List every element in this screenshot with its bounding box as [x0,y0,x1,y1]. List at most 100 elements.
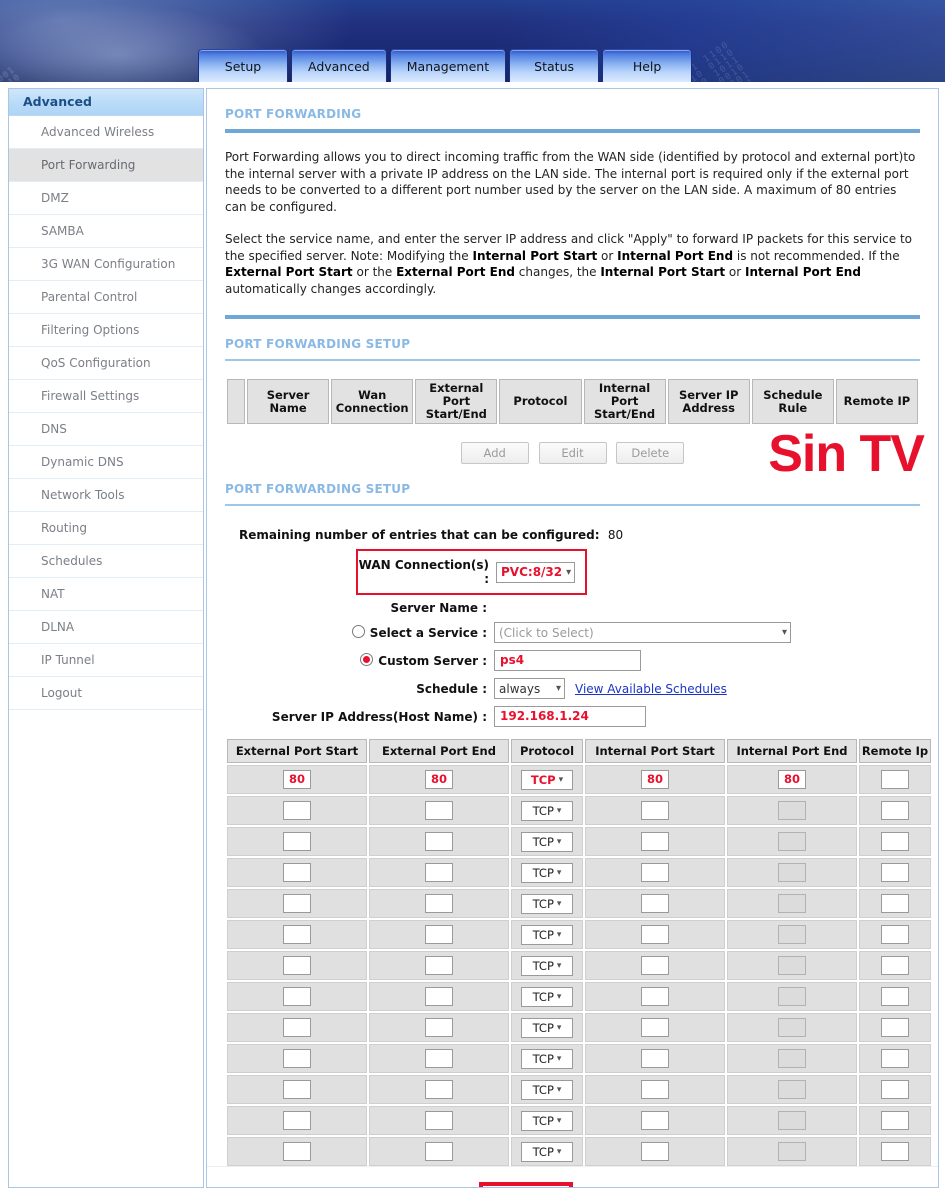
protocol-select-5[interactable]: TCP ▾ [521,924,573,945]
sidebar-item-dynamic-dns[interactable]: Dynamic DNS [9,446,203,479]
sidebar-item-nat[interactable]: NAT [9,578,203,611]
internal-port-start-input-5[interactable] [641,925,669,944]
sidebar-item-qos-configuration[interactable]: QoS Configuration [9,347,203,380]
internal-port-start-input-6[interactable] [641,956,669,975]
protocol-select-1[interactable]: TCP ▾ [521,800,573,821]
protocol-select-2[interactable]: TCP ▾ [521,831,573,852]
protocol-select-4[interactable]: TCP ▾ [521,893,573,914]
add-button[interactable]: Add [460,442,529,464]
external-port-end-input-9[interactable] [425,1049,453,1068]
external-port-end-input-7[interactable] [425,987,453,1006]
external-port-start-input-4[interactable] [283,894,311,913]
external-port-start-input-2[interactable] [283,832,311,851]
custom-server-input[interactable]: ps4 [494,650,641,671]
internal-port-start-input-12[interactable] [641,1142,669,1161]
edit-button[interactable]: Edit [538,442,607,464]
external-port-end-input-1[interactable] [425,801,453,820]
external-port-end-input-11[interactable] [425,1111,453,1130]
sidebar-item-filtering-options[interactable]: Filtering Options [9,314,203,347]
delete-button[interactable]: Delete [616,442,685,464]
remote-ip-input-12[interactable] [881,1142,909,1161]
sidebar-item-advanced-wireless[interactable]: Advanced Wireless [9,116,203,149]
sidebar-item-port-forwarding[interactable]: Port Forwarding [9,149,203,182]
tab-setup[interactable]: Setup [198,49,288,82]
external-port-end-input-5[interactable] [425,925,453,944]
view-available-schedules-link[interactable]: View Available Schedules [575,682,727,696]
select-service-dropdown[interactable]: (Click to Select) ▾ [494,622,791,643]
external-port-start-input-1[interactable] [283,801,311,820]
external-port-start-input-11[interactable] [283,1111,311,1130]
protocol-select-12[interactable]: TCP ▾ [521,1141,573,1162]
remote-ip-input-0[interactable] [881,770,909,789]
remote-ip-input-1[interactable] [881,801,909,820]
internal-port-start-input-0[interactable]: 80 [641,770,669,789]
tab-status[interactable]: Status [509,49,600,82]
external-port-end-input-12[interactable] [425,1142,453,1161]
external-port-start-input-5[interactable] [283,925,311,944]
tab-advanced[interactable]: Advanced [291,49,387,82]
remote-ip-input-9[interactable] [881,1049,909,1068]
tab-management[interactable]: Management [389,49,507,82]
internal-port-start-input-8[interactable] [641,1018,669,1037]
protocol-select-3[interactable]: TCP ▾ [521,862,573,883]
sidebar-item-dlna[interactable]: DLNA [9,611,203,644]
internal-port-end-input-0[interactable]: 80 [778,770,806,789]
protocol-select-10[interactable]: TCP ▾ [521,1079,573,1100]
external-port-end-input-3[interactable] [425,863,453,882]
custom-server-radio[interactable] [360,653,374,666]
external-port-end-input-6[interactable] [425,956,453,975]
remote-ip-input-4[interactable] [881,894,909,913]
server-ip-input[interactable]: 192.168.1.24 [494,706,646,727]
external-port-end-input-10[interactable] [425,1080,453,1099]
internal-port-start-input-7[interactable] [641,987,669,1006]
protocol-select-9[interactable]: TCP ▾ [521,1048,573,1069]
internal-port-start-input-4[interactable] [641,894,669,913]
external-port-end-input-2[interactable] [425,832,453,851]
sidebar-item-schedules[interactable]: Schedules [9,545,203,578]
protocol-select-0[interactable]: TCP ▾ [521,769,573,790]
external-port-start-input-6[interactable] [283,956,311,975]
select-service-radio[interactable] [351,625,365,638]
remote-ip-input-10[interactable] [881,1080,909,1099]
internal-port-start-input-11[interactable] [641,1111,669,1130]
external-port-start-input-10[interactable] [283,1080,311,1099]
sidebar-item-firewall-settings[interactable]: Firewall Settings [9,380,203,413]
external-port-start-input-0[interactable]: 80 [283,770,311,789]
remote-ip-input-2[interactable] [881,832,909,851]
protocol-select-7[interactable]: TCP ▾ [521,986,573,1007]
internal-port-start-input-1[interactable] [641,801,669,820]
sidebar-item-routing[interactable]: Routing [9,512,203,545]
external-port-start-input-12[interactable] [283,1142,311,1161]
external-port-start-input-7[interactable] [283,987,311,1006]
external-port-start-input-8[interactable] [283,1018,311,1037]
tab-help[interactable]: Help [602,49,693,82]
protocol-select-11[interactable]: TCP ▾ [521,1110,573,1131]
sidebar-item-logout[interactable]: Logout [9,677,203,710]
remote-ip-input-6[interactable] [881,956,909,975]
internal-port-start-input-3[interactable] [641,863,669,882]
protocol-select-8[interactable]: TCP ▾ [521,1017,573,1038]
external-port-end-input-0[interactable]: 80 [425,770,453,789]
sidebar-item-parental-control[interactable]: Parental Control [9,281,203,314]
internal-port-start-input-10[interactable] [641,1080,669,1099]
external-port-end-input-8[interactable] [425,1018,453,1037]
remote-ip-input-8[interactable] [881,1018,909,1037]
wan-connection-select[interactable]: PVC:8/32 ▾ [496,561,576,583]
sidebar-item-3g-wan-configuration[interactable]: 3G WAN Configuration [9,248,203,281]
internal-port-start-input-2[interactable] [641,832,669,851]
sidebar-item-samba[interactable]: SAMBA [9,215,203,248]
remote-ip-input-7[interactable] [881,987,909,1006]
external-port-start-input-9[interactable] [283,1049,311,1068]
protocol-select-6[interactable]: TCP ▾ [521,955,573,976]
sidebar-item-dns[interactable]: DNS [9,413,203,446]
remote-ip-input-5[interactable] [881,925,909,944]
schedule-select[interactable]: always ▾ [494,678,565,699]
external-port-end-input-4[interactable] [425,894,453,913]
internal-port-start-input-9[interactable] [641,1049,669,1068]
sidebar-item-network-tools[interactable]: Network Tools [9,479,203,512]
remote-ip-input-11[interactable] [881,1111,909,1130]
sidebar-item-ip-tunnel[interactable]: IP Tunnel [9,644,203,677]
remote-ip-input-3[interactable] [881,863,909,882]
sidebar-item-dmz[interactable]: DMZ [9,182,203,215]
external-port-start-input-3[interactable] [283,863,311,882]
